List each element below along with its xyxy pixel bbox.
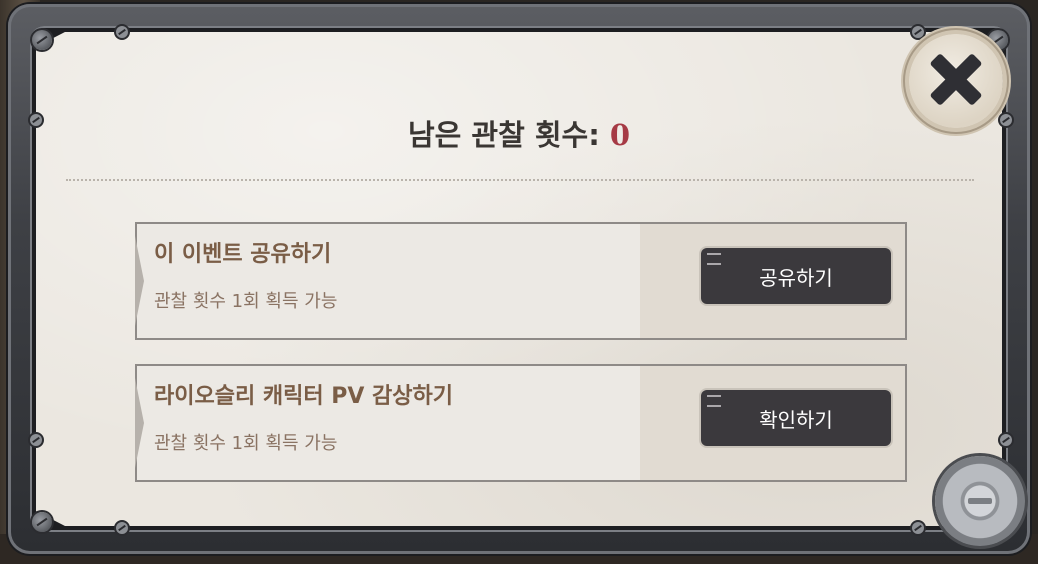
bolt-icon <box>116 522 128 534</box>
confirm-button[interactable]: 확인하기 <box>701 390 891 446</box>
dialog-title: 남은 관찰 횟수: 0 <box>0 112 1038 154</box>
divider <box>66 179 974 181</box>
event-title: 이 이벤트 공유하기 <box>154 242 332 267</box>
close-button[interactable] <box>909 34 1003 128</box>
gear-icon <box>935 456 1025 546</box>
event-card-share: 이 이벤트 공유하기 관찰 횟수 1회 획득 가능 공유하기 <box>135 222 907 340</box>
event-title: 라이오슬리 캐릭터 PV 감상하기 <box>154 384 454 409</box>
screw-icon <box>988 30 1008 50</box>
event-card-pv: 라이오슬리 캐릭터 PV 감상하기 관찰 횟수 1회 획득 가능 확인하기 <box>135 364 907 482</box>
bolt-icon <box>116 26 128 38</box>
title-label: 남은 관찰 횟수: <box>407 118 600 152</box>
bolt-icon <box>912 522 924 534</box>
share-button[interactable]: 공유하기 <box>701 248 891 304</box>
bolt-icon <box>912 26 924 38</box>
corner-deco-icon <box>707 395 721 407</box>
bolt-icon <box>1000 434 1012 446</box>
event-description: 관찰 횟수 1회 획득 가능 <box>154 433 338 454</box>
card-tab <box>135 236 144 326</box>
card-tab <box>135 378 144 468</box>
screw-icon <box>32 512 52 532</box>
share-button-label: 공유하기 <box>759 265 833 290</box>
corner-deco-icon <box>707 253 721 265</box>
remaining-count: 0 <box>609 118 631 152</box>
bolt-icon <box>30 434 42 446</box>
confirm-button-label: 확인하기 <box>759 407 833 432</box>
screw-icon <box>32 30 52 50</box>
event-description: 관찰 횟수 1회 획득 가능 <box>154 291 338 312</box>
gear-center-bar <box>968 498 992 504</box>
